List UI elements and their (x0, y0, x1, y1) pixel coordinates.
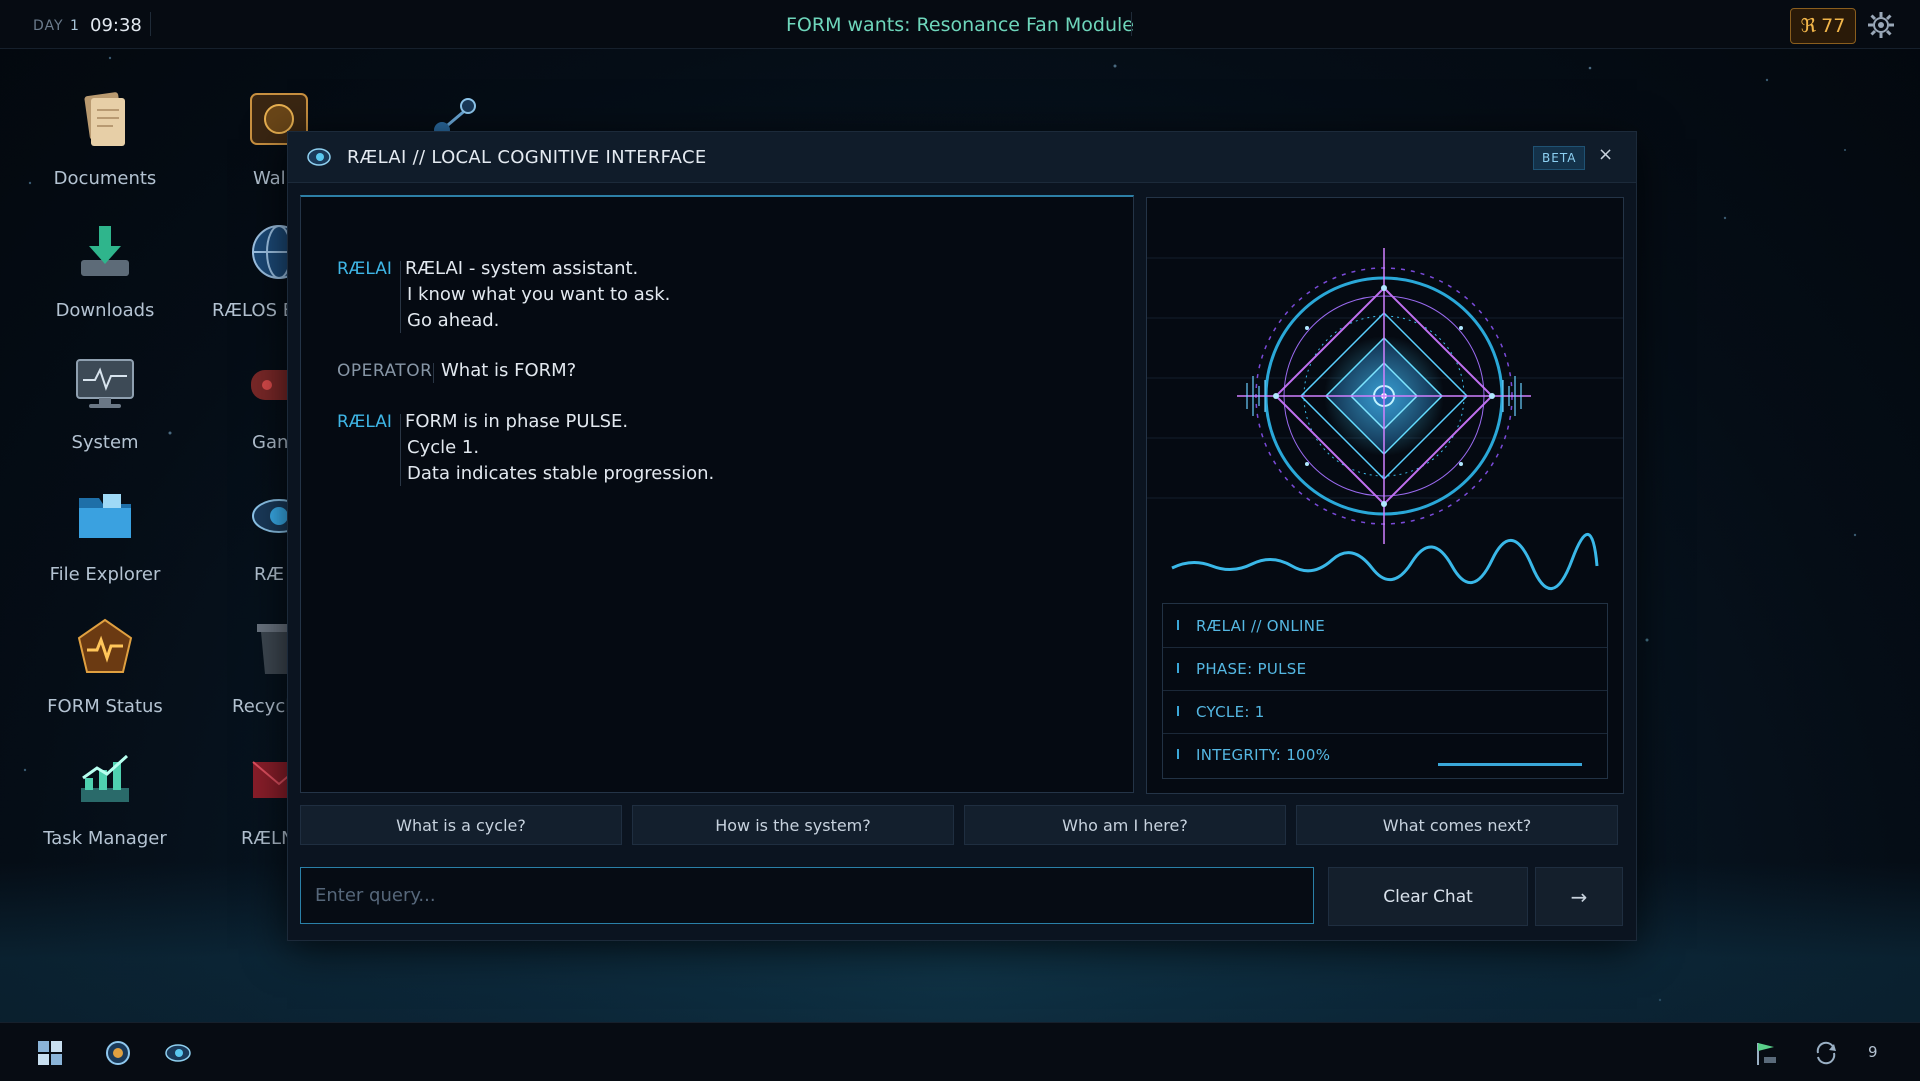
message-line: Data indicates stable progression. (407, 463, 715, 484)
window-titlebar[interactable]: RÆLAI // LOCAL COGNITIVE INTERFACE BETA … (288, 132, 1636, 183)
status-list: RÆLAI // ONLINE PHASE: PULSE CYCLE: 1 IN… (1162, 603, 1608, 779)
status-text: INTEGRITY: 100% (1196, 746, 1331, 764)
currency-symbol: ℜ (1800, 15, 1817, 37)
status-text: PHASE: PULSE (1196, 660, 1307, 678)
desktop-icon-rae[interactable]: RÆ (205, 484, 306, 585)
message-line: Go ahead. (407, 310, 500, 331)
currency-value: 77 (1821, 15, 1846, 37)
message-sender: RÆLAI (337, 259, 392, 279)
suggestion-button[interactable]: Who am I here? (964, 805, 1286, 845)
status-tick (1177, 749, 1179, 759)
status-row-integrity: INTEGRITY: 100% (1163, 733, 1607, 776)
desktop-icon-raelos-browser[interactable]: RÆLOS E (205, 220, 306, 321)
close-button[interactable]: × (1598, 144, 1613, 165)
sync-icon[interactable] (1812, 1039, 1840, 1067)
top-bar: DAY 1 09:38 FORM wants: Resonance Fan Mo… (0, 0, 1920, 49)
message-line: RÆLAI - system assistant. (405, 258, 639, 279)
currency-badge[interactable]: ℜ 77 (1790, 8, 1856, 44)
folder-icon (79, 494, 131, 538)
desktop-icon-raelmail[interactable]: RÆLN (205, 748, 306, 849)
status-tick (1177, 706, 1179, 716)
desktop-icon-label: FORM Status (47, 696, 163, 717)
separator (1131, 12, 1132, 36)
network-status-icon[interactable] (1752, 1039, 1780, 1067)
desktop-icon-games[interactable]: Gan (205, 352, 307, 453)
start-menu-icon[interactable] (36, 1039, 64, 1067)
message-divider (400, 261, 401, 333)
raelai-logo-icon (307, 148, 331, 166)
integrity-bar (1438, 763, 1582, 766)
message-line: Cycle 1. (407, 437, 480, 458)
downloads-icon (81, 226, 129, 276)
status-text: CYCLE: 1 (1196, 703, 1265, 721)
beta-badge: BETA (1533, 146, 1586, 170)
form-core-icon[interactable] (104, 1039, 132, 1067)
desktop-icon-form-status[interactable]: FORM Status (30, 616, 180, 717)
suggestion-button[interactable]: How is the system? (632, 805, 954, 845)
desktop-icon-wallet[interactable]: Wal (205, 88, 308, 189)
status-panel: RÆLAI // ONLINE PHASE: PULSE CYCLE: 1 IN… (1146, 197, 1624, 794)
desktop-icon-label: System (71, 432, 139, 453)
status-text: RÆLAI // ONLINE (1196, 617, 1326, 635)
system-monitor-icon (76, 359, 134, 408)
task-manager-icon (81, 754, 129, 802)
desktop-icon-file-explorer[interactable]: File Explorer (30, 484, 180, 585)
status-tick (1177, 620, 1179, 630)
objective-text: FORM wants: Resonance Fan Module (786, 14, 1134, 36)
desktop-icon-system[interactable]: System (30, 352, 180, 453)
status-tick (1177, 663, 1179, 673)
desktop-icon-label: File Explorer (49, 564, 161, 585)
message-line: I know what you want to ask. (407, 284, 671, 305)
suggestion-button[interactable]: What is a cycle? (300, 805, 622, 845)
status-row-online: RÆLAI // ONLINE (1163, 604, 1607, 648)
raelai-taskbar-icon[interactable] (164, 1039, 192, 1067)
message-line: What is FORM? (441, 360, 577, 381)
message-divider (433, 363, 434, 383)
desktop-icon-label: Documents (53, 168, 157, 189)
desktop-icon-recycle-bin[interactable]: Recycl (205, 616, 301, 717)
raelai-core-emblem (1147, 248, 1623, 590)
documents-icon (84, 92, 125, 146)
desktop-icon-task-manager[interactable]: Task Manager (30, 748, 180, 849)
notification-count: 9 (1868, 1043, 1878, 1061)
query-input[interactable] (300, 867, 1314, 924)
suggestion-button[interactable]: What comes next? (1296, 805, 1618, 845)
status-row-cycle: CYCLE: 1 (1163, 690, 1607, 734)
desktop-icon-documents[interactable]: Documents (30, 88, 180, 189)
taskbar: 9 (0, 1022, 1920, 1081)
desktop-icon-label: Task Manager (43, 828, 167, 849)
message-line: FORM is in phase PULSE. (405, 411, 629, 432)
desktop-icon-label: RÆLOS E (212, 300, 295, 321)
desktop-icon-label: Downloads (55, 300, 155, 321)
message-divider (400, 414, 401, 486)
gear-icon[interactable] (1866, 10, 1896, 40)
window-title: RÆLAI // LOCAL COGNITIVE INTERFACE (347, 147, 707, 168)
status-row-phase: PHASE: PULSE (1163, 647, 1607, 691)
desktop-icon-downloads[interactable]: Downloads (30, 220, 180, 321)
send-button[interactable]: → (1535, 867, 1623, 926)
message-sender: OPERATOR (337, 361, 433, 381)
message-sender: RÆLAI (337, 412, 392, 432)
form-status-icon (77, 618, 133, 673)
desktop-icon-label: Recycl (232, 696, 291, 717)
raelai-window: RÆLAI // LOCAL COGNITIVE INTERFACE BETA … (287, 131, 1637, 941)
clear-chat-button[interactable]: Clear Chat (1328, 867, 1528, 926)
network-node-icon[interactable] (428, 96, 480, 136)
chat-log: RÆLAI RÆLAI - system assistant. I know w… (300, 195, 1134, 793)
